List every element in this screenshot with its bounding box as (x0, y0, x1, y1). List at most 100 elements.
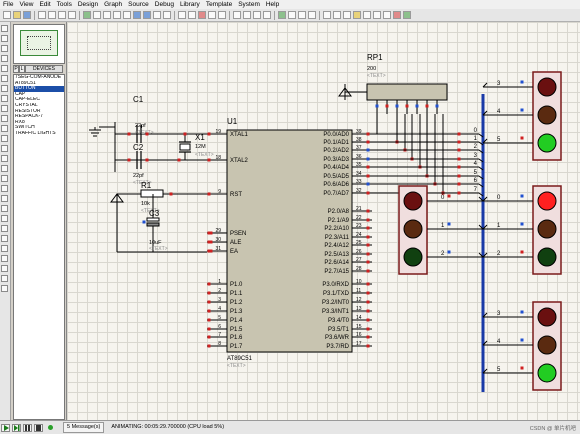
undo-icon[interactable] (178, 11, 186, 19)
selection-mode-icon[interactable] (1, 25, 8, 32)
menu-item-graph[interactable]: Graph (101, 0, 125, 9)
pick-device-icon[interactable] (278, 11, 286, 19)
menu-item-tools[interactable]: Tools (54, 0, 75, 9)
wire-autorouter-icon[interactable] (323, 11, 331, 19)
menu-item-file[interactable]: File (0, 0, 16, 9)
u1-pin-name: P1.3 (230, 309, 243, 315)
menu-item-source[interactable]: Source (125, 0, 152, 9)
u1-pin-number: 15 (356, 324, 362, 330)
text-script-icon[interactable] (1, 65, 8, 72)
new-sheet-icon[interactable] (353, 11, 361, 19)
bill-of-materials-icon[interactable] (383, 11, 391, 19)
block-move-icon[interactable] (243, 11, 251, 19)
circle-icon[interactable] (1, 195, 8, 202)
marker-icon[interactable] (1, 245, 8, 252)
status-bar: 5 Message(s) ANIMATING: 00:05:29.700000 … (0, 420, 580, 434)
menu-item-view[interactable]: View (16, 0, 36, 9)
text-icon[interactable] (1, 225, 8, 232)
path-icon[interactable] (1, 215, 8, 222)
subcircuit-icon[interactable] (1, 85, 8, 92)
print-area-icon[interactable] (68, 11, 76, 19)
remove-sheet-icon[interactable] (363, 11, 371, 19)
open-folder-icon[interactable] (13, 11, 21, 19)
u1-pin-name: XTAL1 (230, 132, 249, 138)
crosshair-icon[interactable] (113, 11, 121, 19)
pause-button[interactable] (23, 423, 32, 432)
device-list[interactable]: 7SEG-COM-ANODE AT89C51 BUTTON CAP CAP-ELEC CR… (13, 74, 65, 420)
bus-icon[interactable] (1, 75, 8, 82)
menu-item-design[interactable]: Design (75, 0, 101, 9)
decompose-icon[interactable] (308, 11, 316, 19)
device-list-item[interactable]: TRAFFIC LIGHTS (14, 131, 64, 137)
zoom-in-icon[interactable] (133, 11, 141, 19)
arc-icon[interactable] (1, 205, 8, 212)
virtual-instrument-icon[interactable] (1, 165, 8, 172)
overview-window[interactable] (13, 24, 65, 64)
u1-pin-name: P1.7 (230, 344, 243, 350)
origin-icon[interactable] (103, 11, 111, 19)
save-icon[interactable] (23, 11, 31, 19)
pan-icon[interactable] (123, 11, 131, 19)
electrical-rules-icon[interactable] (393, 11, 401, 19)
tape-recorder-icon[interactable] (1, 125, 8, 132)
generator-icon[interactable] (1, 135, 8, 142)
rp1-body[interactable] (366, 83, 448, 101)
redo-icon[interactable] (188, 11, 196, 19)
block-copy-icon[interactable] (233, 11, 241, 19)
menu-item-debug[interactable]: Debug (152, 0, 177, 9)
stop-button[interactable] (34, 423, 43, 432)
grid-icon[interactable] (93, 11, 101, 19)
play-button[interactable] (1, 423, 10, 432)
packaging-tool-icon[interactable] (298, 11, 306, 19)
menu-item-help[interactable]: Help (263, 0, 282, 9)
menu-item-edit[interactable]: Edit (36, 0, 53, 9)
graph-icon[interactable] (1, 115, 8, 122)
paste-icon[interactable] (218, 11, 226, 19)
bus-label: 0 (474, 128, 478, 134)
rotate-cw-icon[interactable] (1, 255, 8, 262)
netlist-to-ares-icon[interactable] (403, 11, 411, 19)
search-tag-icon[interactable] (333, 11, 341, 19)
property-tool-icon[interactable] (343, 11, 351, 19)
pin-state-marker (366, 260, 370, 264)
new-file-icon[interactable] (3, 11, 11, 19)
menu-item-template[interactable]: Template (203, 0, 235, 9)
cut-icon[interactable] (198, 11, 206, 19)
component-mode-icon[interactable] (1, 35, 8, 42)
step-button[interactable] (12, 423, 21, 432)
symbol-icon[interactable] (1, 235, 8, 242)
make-device-icon[interactable] (288, 11, 296, 19)
schematic-canvas[interactable]: U1 AT89C51 <TEXT> XTAL1 19 XTAL2 18 RST 9 PSEN 29 A… (67, 22, 580, 420)
menu-item-system[interactable]: System (235, 0, 263, 9)
u1-pin-name: P3.6/WR (325, 335, 350, 341)
refresh-icon[interactable] (83, 11, 91, 19)
r1-body[interactable] (140, 189, 164, 198)
zoom-all-icon[interactable] (153, 11, 161, 19)
box-icon[interactable] (1, 185, 8, 192)
pin-icon[interactable] (1, 105, 8, 112)
zoom-out-icon[interactable] (143, 11, 151, 19)
junction-dot-icon[interactable] (1, 45, 8, 52)
messages-count[interactable]: 5 Message(s) (63, 422, 105, 433)
pin-state-marker (207, 192, 211, 196)
bus-label: 0 (441, 195, 445, 201)
import-icon[interactable] (38, 11, 46, 19)
copy-icon[interactable] (208, 11, 216, 19)
pin-state-marker (395, 104, 399, 108)
mirror-x-icon[interactable] (1, 275, 8, 282)
rotate-ccw-icon[interactable] (1, 265, 8, 272)
wire-label-icon[interactable] (1, 55, 8, 62)
terminal-icon[interactable] (1, 95, 8, 102)
print-icon[interactable] (58, 11, 66, 19)
block-delete-icon[interactable] (263, 11, 271, 19)
menu-item-library[interactable]: Library (177, 0, 203, 9)
mirror-y-icon[interactable] (1, 285, 8, 292)
current-probe-icon[interactable] (1, 155, 8, 162)
exit-to-parent-icon[interactable] (373, 11, 381, 19)
line-icon[interactable] (1, 175, 8, 182)
voltage-probe-icon[interactable] (1, 145, 8, 152)
export-icon[interactable] (48, 11, 56, 19)
traffic-lamp (403, 219, 423, 239)
block-rotate-icon[interactable] (253, 11, 261, 19)
zoom-area-icon[interactable] (163, 11, 171, 19)
